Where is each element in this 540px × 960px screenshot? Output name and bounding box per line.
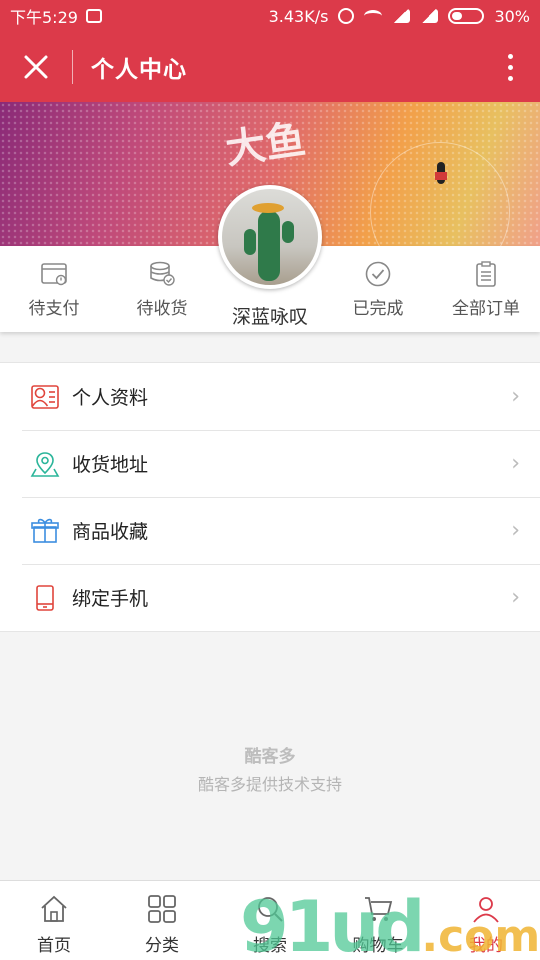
more-options-button[interactable]: [480, 32, 540, 102]
chevron-right-icon: ›: [511, 451, 520, 476]
banner-figure: [435, 162, 447, 184]
support-text: 酷客多提供技术支持: [197, 775, 342, 794]
user-icon: [473, 897, 499, 923]
menu-item-bind-phone[interactable]: 绑定手机 ›: [0, 564, 540, 631]
tab-mine[interactable]: 我的: [432, 881, 540, 960]
wifi-icon: [364, 10, 383, 22]
clipboard-icon: [476, 261, 496, 287]
chevron-right-icon: ›: [511, 384, 520, 409]
tab-label: 首页: [37, 936, 71, 956]
menu-item-address[interactable]: 收货地址 ›: [0, 430, 540, 497]
support-brand: 酷客多: [244, 747, 296, 767]
chevron-right-icon: ›: [511, 585, 520, 610]
username: 深蓝咏叹: [231, 306, 308, 328]
avatar[interactable]: [218, 185, 322, 289]
order-label: 待收货: [136, 299, 188, 319]
order-completed[interactable]: 已完成: [324, 246, 432, 332]
battery-icon: [448, 8, 485, 24]
tab-label: 搜索: [253, 936, 287, 956]
tab-label: 我的: [469, 936, 503, 956]
coins-icon: [150, 261, 175, 286]
tech-support: 酷客多 酷客多提供技术支持: [0, 742, 540, 795]
network-speed: 3.43K/s: [268, 6, 329, 26]
status-time: 下午5:29: [10, 8, 78, 27]
signal-icon: [392, 9, 411, 23]
map-pin-icon: [30, 451, 60, 477]
page-title: 个人中心: [91, 57, 187, 83]
profile-card-icon: [31, 384, 59, 409]
search-icon: [258, 897, 283, 922]
menu-item-label: 绑定手机: [72, 588, 149, 610]
tab-category[interactable]: 分类: [108, 881, 216, 960]
phone-icon: [36, 584, 54, 611]
notification-icon: [85, 9, 102, 23]
bottom-tab-bar: 首页 分类 搜索 购物车 我的: [0, 880, 540, 960]
banner-circle: [370, 142, 510, 246]
tab-label: 分类: [145, 936, 179, 956]
menu-item-profile[interactable]: 个人资料 ›: [0, 363, 540, 430]
tab-label: 购物车: [352, 936, 404, 956]
battery-percent: 30%: [494, 6, 530, 26]
order-pending-payment[interactable]: 待支付: [0, 246, 108, 332]
menu-item-label: 个人资料: [72, 387, 149, 409]
more-dot: [507, 75, 513, 81]
signal-4g-icon: [420, 9, 439, 23]
alarm-icon: [338, 8, 355, 24]
chevron-right-icon: ›: [511, 518, 520, 543]
more-dot: [507, 53, 513, 59]
grid-icon: [148, 895, 176, 923]
app-header: 个人中心: [0, 32, 540, 102]
gift-icon: [31, 518, 59, 543]
more-dot: [507, 64, 513, 70]
home-icon: [41, 895, 67, 922]
menu-item-label: 收货地址: [72, 454, 149, 476]
tab-cart[interactable]: 购物车: [324, 881, 432, 960]
order-label: 已完成: [352, 299, 404, 319]
order-label: 待支付: [28, 299, 80, 319]
close-button[interactable]: [0, 32, 72, 102]
tab-search[interactable]: 搜索: [216, 881, 324, 960]
close-icon: [24, 55, 48, 79]
menu-item-label: 商品收藏: [72, 521, 149, 543]
cart-icon: [365, 897, 393, 921]
menu-item-favorites[interactable]: 商品收藏 ›: [0, 497, 540, 564]
tab-home[interactable]: 首页: [0, 881, 108, 960]
avatar-image: [222, 189, 318, 285]
check-circle-icon: [365, 261, 391, 287]
status-bar: 下午5:29 3.43K/s 30%: [0, 0, 540, 32]
profile-menu: 个人资料 › 收货地址 › 商品收藏 › 绑定手机 ›: [0, 362, 540, 632]
cactus-figure: [244, 211, 294, 281]
banner-text: 大鱼: [222, 115, 309, 174]
order-all[interactable]: 全部订单: [432, 246, 540, 332]
order-label: 全部订单: [452, 299, 520, 319]
cactus-hat: [252, 203, 284, 213]
wallet-icon: [41, 263, 67, 286]
